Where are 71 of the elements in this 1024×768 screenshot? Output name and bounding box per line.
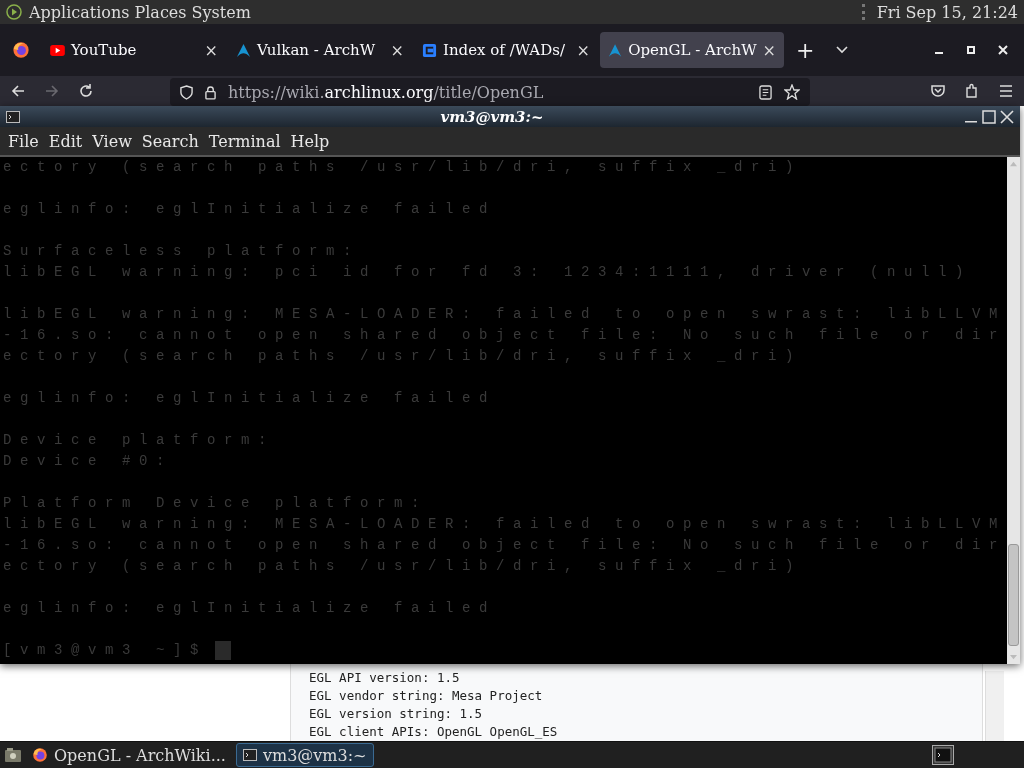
terminal-icon: [242, 749, 257, 761]
close-tab-button[interactable]: ×: [762, 40, 776, 60]
browser-tab[interactable]: OpenGL - ArchW ×: [600, 32, 784, 68]
new-tab-button[interactable]: +: [786, 37, 825, 63]
terminal-line: ectory (search paths /usr/lib/dri, suffix _dri): [3, 347, 804, 366]
firefox-icon: [32, 747, 48, 763]
close-tab-button[interactable]: ×: [576, 40, 590, 60]
lock-icon: [205, 84, 216, 100]
terminal-line: Platform Device platform:: [3, 494, 430, 513]
clock[interactable]: Fri Sep 15, 21:24: [876, 2, 1018, 22]
terminal-line: ectory (search paths /usr/lib/dri, suffix _dri): [3, 557, 804, 576]
scrollbar[interactable]: [985, 671, 1004, 741]
taskbar-item[interactable]: vm3@vm3:~: [235, 743, 374, 767]
code-line: EGL vendor string: Mesa Project: [309, 687, 544, 705]
text-cursor: [215, 641, 232, 660]
terminal-icon[interactable]: [932, 745, 954, 765]
menu-item[interactable]: View: [92, 131, 132, 151]
maximize-icon[interactable]: [966, 45, 976, 55]
maximize-icon[interactable]: [982, 109, 996, 124]
taskbar-item[interactable]: OpenGL - ArchWiki...: [26, 744, 232, 766]
shield-icon: [180, 84, 193, 100]
browser-tab[interactable]: Vulkan - ArchW ×: [228, 32, 412, 68]
shell-prompt: [vm3@vm3 ~]$: [3, 641, 208, 660]
terminal-line: libEGL warning: MESA-LOADER: failed to open swrast: libLLVM: [3, 305, 1007, 324]
close-tab-button[interactable]: ×: [204, 40, 218, 60]
code-line: EGL API version: 1.5: [309, 669, 461, 687]
panel-menu[interactable]: Places: [134, 2, 187, 22]
close-icon[interactable]: [1000, 109, 1014, 124]
arch-logo-icon: [236, 42, 251, 58]
back-icon[interactable]: [10, 83, 26, 99]
menu-item[interactable]: Terminal: [208, 131, 281, 151]
menu-icon[interactable]: [998, 83, 1014, 99]
reader-view-icon[interactable]: [759, 84, 772, 100]
code-line: EGL client APIs: OpenGL OpenGL_ES: [309, 723, 559, 741]
terminal-line: eglinfo: eglInitialize failed: [3, 389, 498, 408]
terminal-line: eglinfo: eglInitialize failed: [3, 599, 498, 618]
panel-menu[interactable]: Applications: [29, 2, 130, 22]
panel-menu[interactable]: System: [191, 2, 251, 22]
terminal-line: Device #0:: [3, 452, 174, 471]
code-line: EGL version string: 1.5: [309, 705, 484, 723]
scrollbar[interactable]: [1007, 157, 1020, 664]
address-bar[interactable]: https://wiki.archlinux.org/title/OpenGL: [170, 78, 810, 106]
terminal-icon: [6, 110, 20, 123]
menu-item[interactable]: Edit: [48, 131, 83, 151]
terminal-line: -16.so: cannot open shared object file: No such file or dir: [3, 326, 1007, 345]
arch-logo-icon: [608, 42, 623, 58]
terminal-line: Surfaceless platform:: [3, 242, 362, 261]
reload-icon[interactable]: [78, 83, 94, 99]
close-icon[interactable]: [998, 45, 1008, 55]
firefox-icon[interactable]: [12, 41, 30, 59]
terminal-line: Device platform:: [3, 431, 277, 450]
pocket-icon[interactable]: [930, 83, 946, 99]
terminal-line: libEGL warning: pci id for fd 3: 1234:1111, driver (null): [3, 263, 974, 282]
window-title: vm3@vm3:~: [440, 107, 544, 126]
scroll-thumb[interactable]: [1008, 544, 1019, 646]
terminal-line: ectory (search paths /usr/lib/dri, suffix _dri): [3, 158, 804, 177]
terminal-line: eglinfo: eglInitialize failed: [3, 200, 498, 219]
menu-item[interactable]: Search: [141, 131, 199, 151]
menu-item[interactable]: Help: [290, 131, 330, 151]
browser-tab[interactable]: Index of /WADs/ ×: [414, 32, 598, 68]
chevron-down-icon[interactable]: [836, 46, 849, 54]
close-tab-button[interactable]: ×: [390, 40, 404, 60]
terminal-line: libEGL warning: MESA-LOADER: failed to open swrast: libLLVM: [3, 515, 1007, 534]
terminal-line: -16.so: cannot open shared object file: No such file or dir: [3, 536, 1007, 555]
star-icon[interactable]: [784, 84, 800, 100]
url-text: https://wiki.archlinux.org/title/OpenGL: [228, 82, 544, 102]
play-icon: [50, 44, 65, 56]
extensions-icon[interactable]: [964, 83, 980, 99]
document-icon: [422, 42, 437, 58]
menu-item[interactable]: File: [8, 131, 39, 151]
browser-tab[interactable]: YouTube ×: [42, 32, 226, 68]
